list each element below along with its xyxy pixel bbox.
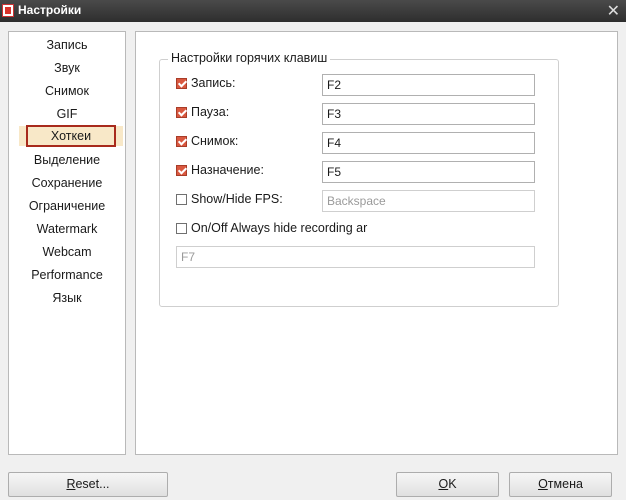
sidebar-item-saving[interactable]: Сохранение	[9, 173, 125, 193]
pause-checkbox[interactable]	[176, 107, 187, 118]
sidebar-item-language[interactable]: Язык	[9, 288, 125, 308]
always-hide-checkbox[interactable]	[176, 223, 187, 234]
sidebar-item-watermark[interactable]: Watermark	[9, 219, 125, 239]
sidebar-item-label: Сохранение	[31, 176, 103, 190]
record-hotkey-field[interactable]: F2	[322, 74, 535, 96]
assign-hotkey-field[interactable]: F5	[322, 161, 535, 183]
sidebar-item-performance[interactable]: Performance	[9, 265, 125, 285]
record-label: Запись:	[191, 76, 236, 90]
cancel-mnemonic: О	[538, 477, 548, 491]
sidebar-item-label: GIF	[56, 107, 78, 121]
sidebar-item-label: Звук	[54, 61, 80, 75]
sidebar-item-record[interactable]: Запись	[9, 35, 125, 55]
sidebar-item-gif[interactable]: GIF	[9, 104, 125, 124]
snapshot-checkbox[interactable]	[176, 136, 187, 147]
sidebar-item-label: Ограничение	[28, 199, 106, 213]
settings-panel: Настройки горячих клавиш Запись: F2 Пауз…	[135, 31, 618, 455]
assign-checkbox[interactable]	[176, 165, 187, 176]
group-title: Настройки горячих клавиш	[168, 51, 331, 65]
fps-label: Show/Hide FPS:	[191, 192, 283, 206]
sidebar-item-label: Запись	[46, 38, 88, 52]
sidebar-item-label: Performance	[31, 268, 103, 282]
title-bar: Настройки ✕	[0, 0, 626, 22]
reset-button[interactable]: Reset...	[8, 472, 168, 497]
sidebar-item-webcam[interactable]: Webcam	[9, 242, 125, 262]
sidebar-item-snapshot[interactable]: Снимок	[9, 81, 125, 101]
ok-mnemonic: O	[438, 477, 449, 491]
cancel-button[interactable]: Отмена	[509, 472, 612, 497]
pause-label: Пауза:	[191, 105, 230, 119]
snapshot-hotkey-field[interactable]: F4	[322, 132, 535, 154]
app-icon	[2, 4, 14, 17]
sidebar-item-limit[interactable]: Ограничение	[9, 196, 125, 216]
fps-checkbox[interactable]	[176, 194, 187, 205]
always-hide-label: On/Off Always hide recording ar	[191, 221, 368, 235]
fps-hotkey-field[interactable]: Backspace	[322, 190, 535, 212]
sidebar-item-sound[interactable]: Звук	[9, 58, 125, 78]
pause-hotkey-field[interactable]: F3	[322, 103, 535, 125]
settings-sidebar: Запись Звук Снимок GIF Хоткеи Выделение …	[8, 31, 126, 455]
sidebar-item-label: Webcam	[42, 245, 92, 259]
sidebar-item-label: Язык	[52, 291, 82, 305]
window-title: Настройки	[18, 3, 82, 17]
sidebar-item-label: Выделение	[33, 153, 101, 167]
record-checkbox[interactable]	[176, 78, 187, 89]
sidebar-item-hotkeys[interactable]: Хоткеи	[19, 125, 123, 147]
reset-label: eset...	[75, 477, 110, 491]
ok-label: K	[448, 477, 457, 491]
close-icon[interactable]: ✕	[607, 1, 620, 20]
sidebar-item-label: Watermark	[36, 222, 98, 236]
assign-label: Назначение:	[191, 163, 264, 177]
hotkey-row-always-hide: On/Off Always hide recording ar	[176, 219, 376, 241]
ok-button[interactable]: OK	[396, 472, 499, 497]
snapshot-label: Снимок:	[191, 134, 239, 148]
sidebar-item-label: Хоткеи	[50, 129, 92, 143]
sidebar-item-selection[interactable]: Выделение	[9, 150, 125, 170]
hotkeys-group: Настройки горячих клавиш Запись: F2 Пауз…	[159, 51, 559, 307]
always-hide-hotkey-field[interactable]: F7	[176, 246, 535, 268]
cancel-label: тмена	[547, 477, 583, 491]
sidebar-item-label: Снимок	[45, 84, 89, 98]
